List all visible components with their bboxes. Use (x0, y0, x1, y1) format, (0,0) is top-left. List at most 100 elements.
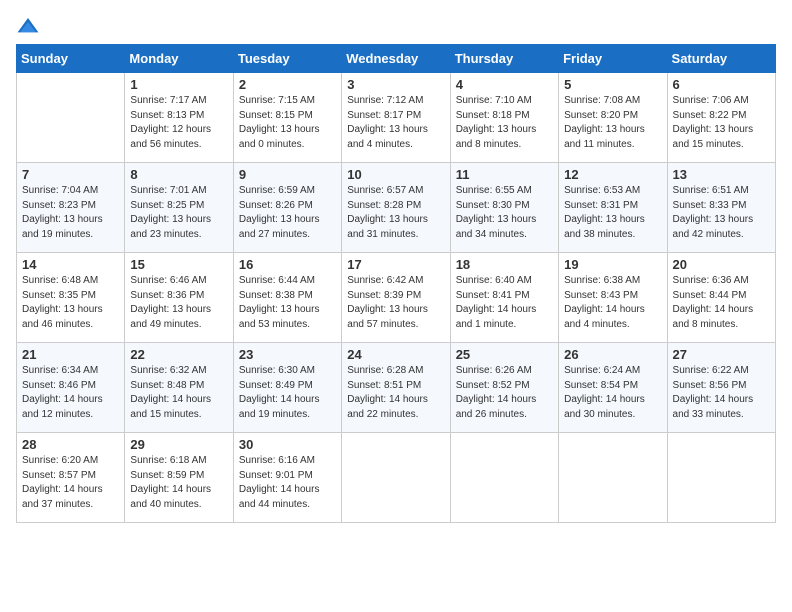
day-number: 10 (347, 167, 444, 182)
cell-info: Sunrise: 7:08 AM Sunset: 8:20 PM Dayligh… (564, 94, 661, 152)
calendar-body: 1 Sunrise: 7:17 AM Sunset: 8:13 PM Daylig… (17, 73, 776, 523)
logo (16, 16, 44, 36)
cell-info: Sunrise: 6:34 AM Sunset: 8:46 PM Dayligh… (22, 364, 119, 422)
day-number: 11 (456, 167, 553, 182)
weekday-header-sunday: Sunday (17, 45, 125, 73)
day-number: 8 (130, 167, 227, 182)
calendar-cell: 6 Sunrise: 7:06 AM Sunset: 8:22 PM Daylig… (667, 73, 775, 163)
calendar-cell: 26Sunrise: 6:24 AM Sunset: 8:54 PM Dayli… (559, 343, 667, 433)
day-number: 6 (673, 77, 770, 92)
cell-info: Sunrise: 6:57 AM Sunset: 8:28 PM Dayligh… (347, 184, 444, 242)
calendar-cell (342, 433, 450, 523)
cell-info: Sunrise: 6:18 AM Sunset: 8:59 PM Dayligh… (130, 454, 227, 512)
weekday-header-wednesday: Wednesday (342, 45, 450, 73)
day-number: 19 (564, 257, 661, 272)
calendar-week-row: 28 Sunrise: 6:20 AM Sunset: 8:57 PM Dayli… (17, 433, 776, 523)
cell-info: Sunrise: 6:42 AM Sunset: 8:39 PM Dayligh… (347, 274, 444, 332)
calendar-cell: 25Sunrise: 6:26 AM Sunset: 8:52 PM Dayli… (450, 343, 558, 433)
cell-info: Sunrise: 6:44 AM Sunset: 8:38 PM Dayligh… (239, 274, 336, 332)
calendar-cell: 3 Sunrise: 7:12 AM Sunset: 8:17 PM Daylig… (342, 73, 450, 163)
weekday-header-monday: Monday (125, 45, 233, 73)
calendar-cell: 18 Sunrise: 6:40 AM Sunset: 8:41 PM Dayli… (450, 253, 558, 343)
day-number: 9 (239, 167, 336, 182)
calendar-table: SundayMondayTuesdayWednesdayThursdayFrid… (16, 44, 776, 523)
calendar-week-row: 14 Sunrise: 6:48 AM Sunset: 8:35 PM Dayli… (17, 253, 776, 343)
logo-icon (16, 16, 40, 36)
cell-info: Sunrise: 6:32 AM Sunset: 8:48 PM Dayligh… (130, 364, 227, 422)
calendar-cell: 29Sunrise: 6:18 AM Sunset: 8:59 PM Dayli… (125, 433, 233, 523)
day-number: 7 (22, 167, 119, 182)
cell-info: Sunrise: 6:59 AM Sunset: 8:26 PM Dayligh… (239, 184, 336, 242)
calendar-cell: 17Sunrise: 6:42 AM Sunset: 8:39 PM Dayli… (342, 253, 450, 343)
cell-info: Sunrise: 7:06 AM Sunset: 8:22 PM Dayligh… (673, 94, 770, 152)
calendar-cell: 21 Sunrise: 6:34 AM Sunset: 8:46 PM Dayli… (17, 343, 125, 433)
day-number: 23 (239, 347, 336, 362)
day-number: 20 (673, 257, 770, 272)
calendar-cell: 24Sunrise: 6:28 AM Sunset: 8:51 PM Dayli… (342, 343, 450, 433)
day-number: 14 (22, 257, 119, 272)
cell-info: Sunrise: 6:40 AM Sunset: 8:41 PM Dayligh… (456, 274, 553, 332)
calendar-cell: 22 Sunrise: 6:32 AM Sunset: 8:48 PM Dayli… (125, 343, 233, 433)
day-number: 1 (130, 77, 227, 92)
day-number: 30 (239, 437, 336, 452)
calendar-cell: 2 Sunrise: 7:15 AM Sunset: 8:15 PM Daylig… (233, 73, 341, 163)
day-number: 4 (456, 77, 553, 92)
calendar-week-row: 7 Sunrise: 7:04 AM Sunset: 8:23 PM Daylig… (17, 163, 776, 253)
day-number: 3 (347, 77, 444, 92)
day-number: 22 (130, 347, 227, 362)
calendar-cell: 19 Sunrise: 6:38 AM Sunset: 8:43 PM Dayli… (559, 253, 667, 343)
cell-info: Sunrise: 6:36 AM Sunset: 8:44 PM Dayligh… (673, 274, 770, 332)
cell-info: Sunrise: 6:51 AM Sunset: 8:33 PM Dayligh… (673, 184, 770, 242)
day-number: 28 (22, 437, 119, 452)
calendar-cell: 1 Sunrise: 7:17 AM Sunset: 8:13 PM Daylig… (125, 73, 233, 163)
calendar-cell: 8 Sunrise: 7:01 AM Sunset: 8:25 PM Daylig… (125, 163, 233, 253)
weekday-header-saturday: Saturday (667, 45, 775, 73)
calendar-cell: 23 Sunrise: 6:30 AM Sunset: 8:49 PM Dayli… (233, 343, 341, 433)
day-number: 5 (564, 77, 661, 92)
cell-info: Sunrise: 6:55 AM Sunset: 8:30 PM Dayligh… (456, 184, 553, 242)
cell-info: Sunrise: 7:01 AM Sunset: 8:25 PM Dayligh… (130, 184, 227, 242)
cell-info: Sunrise: 7:15 AM Sunset: 8:15 PM Dayligh… (239, 94, 336, 152)
calendar-week-row: 1 Sunrise: 7:17 AM Sunset: 8:13 PM Daylig… (17, 73, 776, 163)
cell-info: Sunrise: 6:28 AM Sunset: 8:51 PM Dayligh… (347, 364, 444, 422)
calendar-cell (17, 73, 125, 163)
cell-info: Sunrise: 6:22 AM Sunset: 8:56 PM Dayligh… (673, 364, 770, 422)
cell-info: Sunrise: 6:30 AM Sunset: 8:49 PM Dayligh… (239, 364, 336, 422)
calendar-week-row: 21 Sunrise: 6:34 AM Sunset: 8:46 PM Dayli… (17, 343, 776, 433)
day-number: 18 (456, 257, 553, 272)
calendar-cell: 5 Sunrise: 7:08 AM Sunset: 8:20 PM Daylig… (559, 73, 667, 163)
calendar-cell: 27 Sunrise: 6:22 AM Sunset: 8:56 PM Dayli… (667, 343, 775, 433)
calendar-cell: 28 Sunrise: 6:20 AM Sunset: 8:57 PM Dayli… (17, 433, 125, 523)
weekday-header-thursday: Thursday (450, 45, 558, 73)
weekday-header-friday: Friday (559, 45, 667, 73)
calendar-cell (559, 433, 667, 523)
calendar-cell: 20 Sunrise: 6:36 AM Sunset: 8:44 PM Dayli… (667, 253, 775, 343)
day-number: 2 (239, 77, 336, 92)
day-number: 21 (22, 347, 119, 362)
calendar-cell: 14 Sunrise: 6:48 AM Sunset: 8:35 PM Dayli… (17, 253, 125, 343)
cell-info: Sunrise: 7:04 AM Sunset: 8:23 PM Dayligh… (22, 184, 119, 242)
cell-info: Sunrise: 6:24 AM Sunset: 8:54 PM Dayligh… (564, 364, 661, 422)
cell-info: Sunrise: 7:17 AM Sunset: 8:13 PM Dayligh… (130, 94, 227, 152)
calendar-cell: 12 Sunrise: 6:53 AM Sunset: 8:31 PM Dayli… (559, 163, 667, 253)
calendar-cell: 10 Sunrise: 6:57 AM Sunset: 8:28 PM Dayli… (342, 163, 450, 253)
calendar-cell (450, 433, 558, 523)
cell-info: Sunrise: 7:10 AM Sunset: 8:18 PM Dayligh… (456, 94, 553, 152)
calendar-cell (667, 433, 775, 523)
cell-info: Sunrise: 6:48 AM Sunset: 8:35 PM Dayligh… (22, 274, 119, 332)
day-number: 27 (673, 347, 770, 362)
cell-info: Sunrise: 6:53 AM Sunset: 8:31 PM Dayligh… (564, 184, 661, 242)
weekday-header-tuesday: Tuesday (233, 45, 341, 73)
cell-info: Sunrise: 6:16 AM Sunset: 9:01 PM Dayligh… (239, 454, 336, 512)
cell-info: Sunrise: 6:38 AM Sunset: 8:43 PM Dayligh… (564, 274, 661, 332)
cell-info: Sunrise: 6:20 AM Sunset: 8:57 PM Dayligh… (22, 454, 119, 512)
calendar-cell: 30 Sunrise: 6:16 AM Sunset: 9:01 PM Dayli… (233, 433, 341, 523)
day-number: 12 (564, 167, 661, 182)
day-number: 16 (239, 257, 336, 272)
calendar-cell: 4 Sunrise: 7:10 AM Sunset: 8:18 PM Daylig… (450, 73, 558, 163)
calendar-cell: 9 Sunrise: 6:59 AM Sunset: 8:26 PM Daylig… (233, 163, 341, 253)
cell-info: Sunrise: 7:12 AM Sunset: 8:17 PM Dayligh… (347, 94, 444, 152)
weekday-header-row: SundayMondayTuesdayWednesdayThursdayFrid… (17, 45, 776, 73)
calendar-cell: 15Sunrise: 6:46 AM Sunset: 8:36 PM Dayli… (125, 253, 233, 343)
calendar-cell: 13Sunrise: 6:51 AM Sunset: 8:33 PM Dayli… (667, 163, 775, 253)
